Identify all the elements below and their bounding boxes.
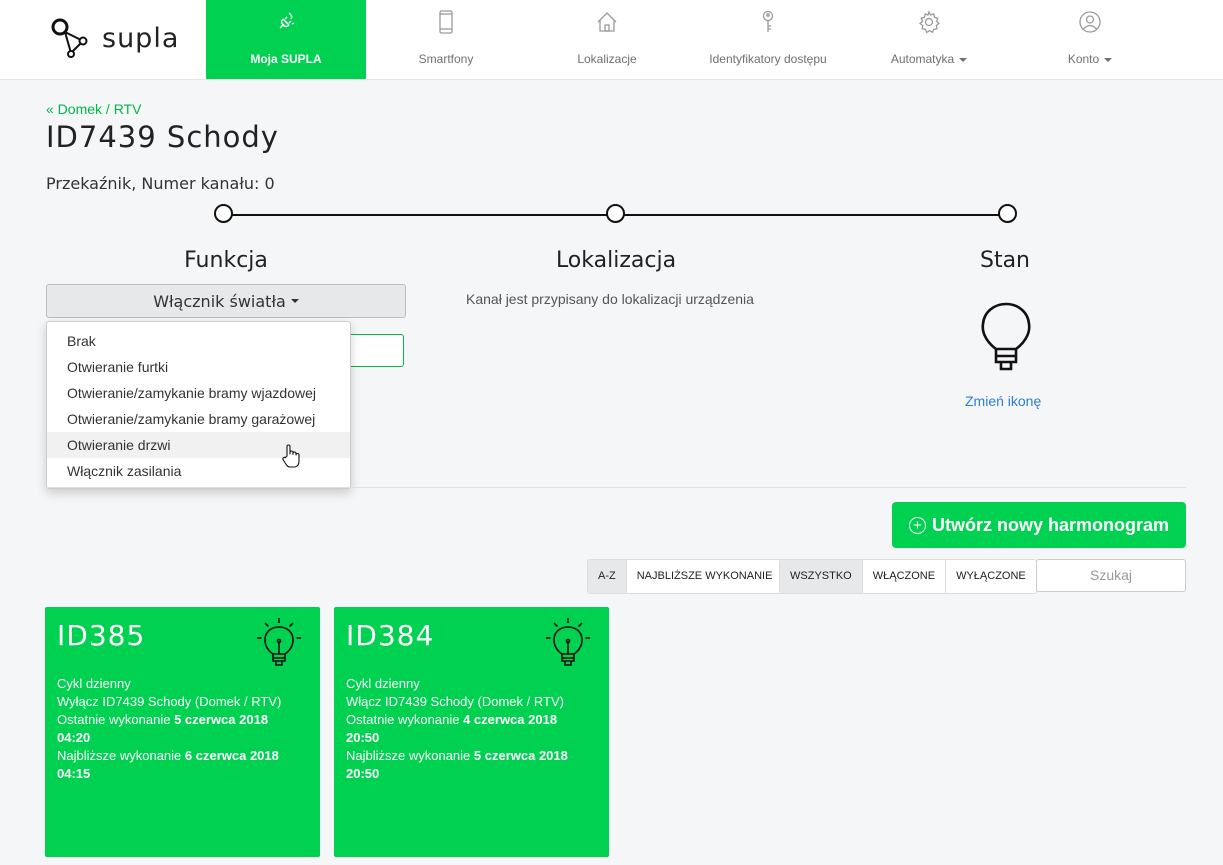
schedule-action: Włącz ID7439 Schody (Domek / RTV) [346,694,564,709]
filter-button-group: WSZYSTKO WŁĄCZONE WYŁĄCZONE [779,559,1037,594]
schedule-next-execution: Najbliższe wykonanie 5 czerwca 2018 20:50 [346,748,568,781]
nav-label: Lokalizacje [577,52,637,66]
partially-hidden-input[interactable] [344,334,404,367]
schedule-last-execution: Ostatnie wykonanie 5 czerwca 2018 04:20 [57,712,269,745]
function-select-button[interactable]: Włącznik światła [46,284,406,318]
nav-identyfikatory[interactable]: Identyfikatory dostępu [688,0,848,79]
schedule-id: ID385 [57,619,146,652]
page-title: ID7439 Schody [46,120,279,154]
step-dot-state [998,204,1017,223]
sort-next-execution-button[interactable]: NAJBLIŻSZE WYKONANIE [627,560,783,593]
supla-logo[interactable]: supla [50,14,179,62]
filter-all-button[interactable]: WSZYSTKO [780,560,863,593]
function-option-brama-garazowa[interactable]: Otwieranie/zamykanie bramy garażowej [47,406,350,432]
breadcrumb-link[interactable]: « Domek / RTV [46,101,141,117]
schedule-id: ID384 [346,619,435,652]
sort-az-button[interactable]: A-Z [588,560,627,593]
key-icon [762,10,774,32]
location-heading: Lokalizacja [555,248,677,273]
nav-label: Identyfikatory dostępu [709,52,827,66]
lightbulb-on-icon [257,618,301,666]
caret-down-icon [290,299,299,303]
function-option-otwieranie-furtki[interactable]: Otwieranie furtki [47,354,350,380]
nav-smartfony[interactable]: Smartfony [366,0,526,79]
nav-automatyka[interactable]: Automatyka [849,0,1009,79]
function-dropdown-menu: Brak Otwieranie furtki Otwieranie/zamyka… [46,321,351,489]
supla-logo-icon [51,18,88,58]
nav-label: Moja SUPLA [250,52,322,66]
function-selected-value: Włącznik światła [153,291,286,311]
nav-moja-supla[interactable]: Moja SUPLA [206,0,366,79]
user-icon [1079,11,1101,33]
nav-label: Konto [1068,52,1113,66]
hand-pointer-cursor-icon [282,444,300,468]
schedule-mode: Cykl dzienny [346,676,420,691]
filter-disabled-button[interactable]: WYŁĄCZONE [946,560,1036,593]
schedule-details: Cykl dzienny Włącz ID7439 Schody (Domek … [346,675,596,783]
schedule-card[interactable]: ID384 Cykl dzienny Włącz ID7439 Schody (… [334,607,609,857]
channel-subtitle: Przekaźnik, Numer kanału: 0 [46,174,275,193]
step-dot-function [214,204,233,223]
schedule-mode: Cykl dzienny [57,676,131,691]
schedule-action: Wyłącz ID7439 Schody (Domek / RTV) [57,694,282,709]
plug-icon [279,12,295,29]
change-icon-link[interactable]: Zmień ikonę [965,393,1041,409]
filter-enabled-button[interactable]: WŁĄCZONE [863,560,947,593]
nav-label: Smartfony [418,52,474,66]
top-navbar: supla Moja SUPLA Smartfony Lokalizacje I… [0,0,1223,80]
state-heading: Stan [979,248,1030,273]
house-icon [597,12,617,32]
lightbulb-icon [981,302,1031,371]
schedule-last-execution: Ostatnie wykonanie 4 czerwca 2018 20:50 [346,712,558,745]
function-heading: Funkcja [184,248,268,273]
smartphone-icon [439,10,453,34]
location-info-text: Kanał jest przypisany do lokalizacji urz… [466,291,754,307]
sort-button-group: A-Z NAJBLIŻSZE WYKONANIE [587,559,784,594]
caret-down-icon [959,57,968,62]
nav-konto[interactable]: Konto [1010,0,1170,79]
schedule-card[interactable]: ID385 Cykl dzienny Wyłącz ID7439 Schody … [45,607,320,857]
lightbulb-on-icon [546,618,590,666]
function-option-wlacznik-zasilania[interactable]: Włącznik zasilania [47,458,350,484]
function-option-otwieranie-drzwi[interactable]: Otwieranie drzwi [47,432,350,458]
step-dot-location [606,204,625,223]
schedule-next-execution: Najbliższe wykonanie 6 czerwca 2018 04:15 [57,748,279,781]
create-schedule-button[interactable]: + Utwórz nowy harmonogram [892,502,1186,548]
caret-down-icon [1104,57,1113,62]
nav-label: Automatyka [891,52,968,66]
gear-icon [918,10,941,34]
create-schedule-label: Utwórz nowy harmonogram [931,514,1169,535]
logo-text: supla [102,22,180,54]
nav-lokalizacje[interactable]: Lokalizacje [527,0,687,79]
section-divider [46,487,1186,488]
function-option-brama-wjazdowa[interactable]: Otwieranie/zamykanie bramy wjazdowej [47,380,350,406]
function-option-brak[interactable]: Brak [47,328,350,354]
plus-circle-icon: + [908,516,926,534]
schedule-details: Cykl dzienny Wyłącz ID7439 Schody (Domek… [57,675,307,783]
search-input[interactable]: Szukaj [1036,559,1186,592]
